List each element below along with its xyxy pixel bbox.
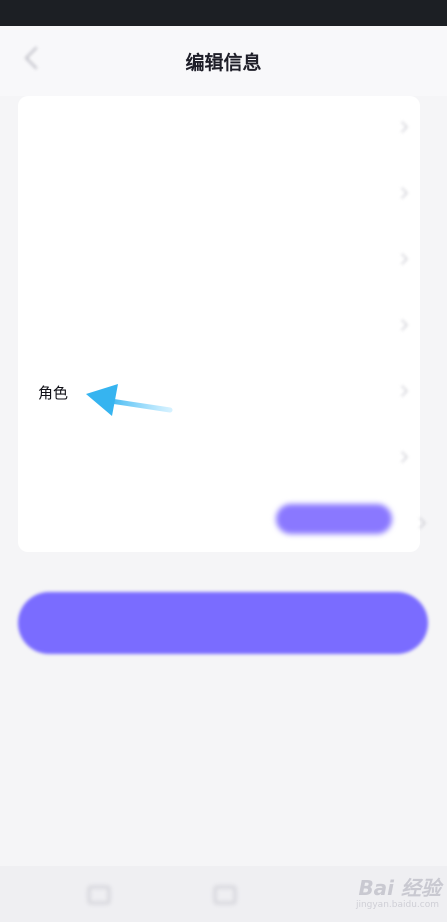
- nav-bar: 编辑信息: [0, 26, 447, 96]
- form-row-role[interactable]: 角色: [18, 360, 420, 426]
- form-row[interactable]: [18, 228, 420, 294]
- role-label: 角色: [38, 384, 69, 402]
- watermark-logo: Bai 经验: [358, 876, 441, 900]
- form-row[interactable]: [18, 426, 420, 492]
- form-row[interactable]: [18, 96, 420, 162]
- chevron-right-icon: [396, 121, 408, 133]
- page-title: 编辑信息: [185, 52, 262, 74]
- watermark-url: jingyan.baidu.com: [355, 900, 439, 910]
- chevron-right-icon: [396, 385, 408, 397]
- tag-pill[interactable]: [276, 504, 392, 534]
- form-row[interactable]: [18, 294, 420, 360]
- chevron-right-icon: [396, 451, 408, 463]
- status-bar: [0, 0, 447, 26]
- chevron-right-icon: [396, 319, 408, 331]
- save-button[interactable]: [18, 592, 428, 654]
- form-row[interactable]: [18, 492, 426, 558]
- form-row[interactable]: [18, 162, 420, 228]
- profile-form-card: 角色: [18, 96, 426, 552]
- chevron-right-icon: [414, 517, 426, 529]
- menu-icon[interactable]: [88, 886, 110, 904]
- annotation-arrow-icon: [86, 384, 173, 416]
- home-icon[interactable]: [214, 886, 236, 904]
- chevron-right-icon: [396, 253, 408, 265]
- chevron-right-icon: [396, 187, 408, 199]
